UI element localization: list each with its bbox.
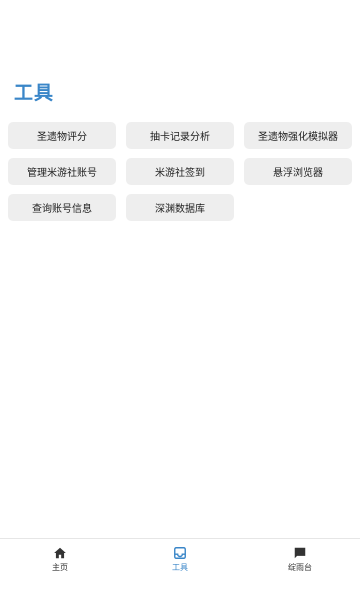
- daily-sign-in-button[interactable]: 米游社签到: [126, 158, 234, 185]
- inbox-icon: [174, 547, 186, 559]
- nav-label-tools: 工具: [172, 563, 188, 572]
- floating-browser-button[interactable]: 悬浮浏览器: [244, 158, 352, 185]
- nav-label-home: 主页: [52, 563, 68, 572]
- nav-label-discussion: 绽雨台: [288, 563, 312, 572]
- chat-icon: [294, 547, 306, 559]
- abyss-database-button[interactable]: 深渊数据库: [126, 194, 234, 221]
- app-screen: 工具 圣遗物评分 抽卡记录分析 圣遗物强化模拟器 管理米游社账号 米游社签到 悬…: [0, 0, 360, 600]
- nav-item-home[interactable]: 主页: [0, 539, 120, 600]
- gacha-record-analysis-button[interactable]: 抽卡记录分析: [126, 122, 234, 149]
- nav-item-discussion[interactable]: 绽雨台: [240, 539, 360, 600]
- page-title: 工具: [14, 82, 55, 104]
- account-info-query-button[interactable]: 查询账号信息: [8, 194, 116, 221]
- artifact-enhance-simulator-button[interactable]: 圣遗物强化模拟器: [244, 122, 352, 149]
- manage-accounts-button[interactable]: 管理米游社账号: [8, 158, 116, 185]
- home-icon: [54, 547, 66, 559]
- artifact-score-button[interactable]: 圣遗物评分: [8, 122, 116, 149]
- bottom-nav: 主页 工具 绽雨台: [0, 538, 360, 600]
- nav-item-tools[interactable]: 工具: [120, 539, 240, 600]
- tool-grid: 圣遗物评分 抽卡记录分析 圣遗物强化模拟器 管理米游社账号 米游社签到 悬浮浏览…: [8, 122, 352, 221]
